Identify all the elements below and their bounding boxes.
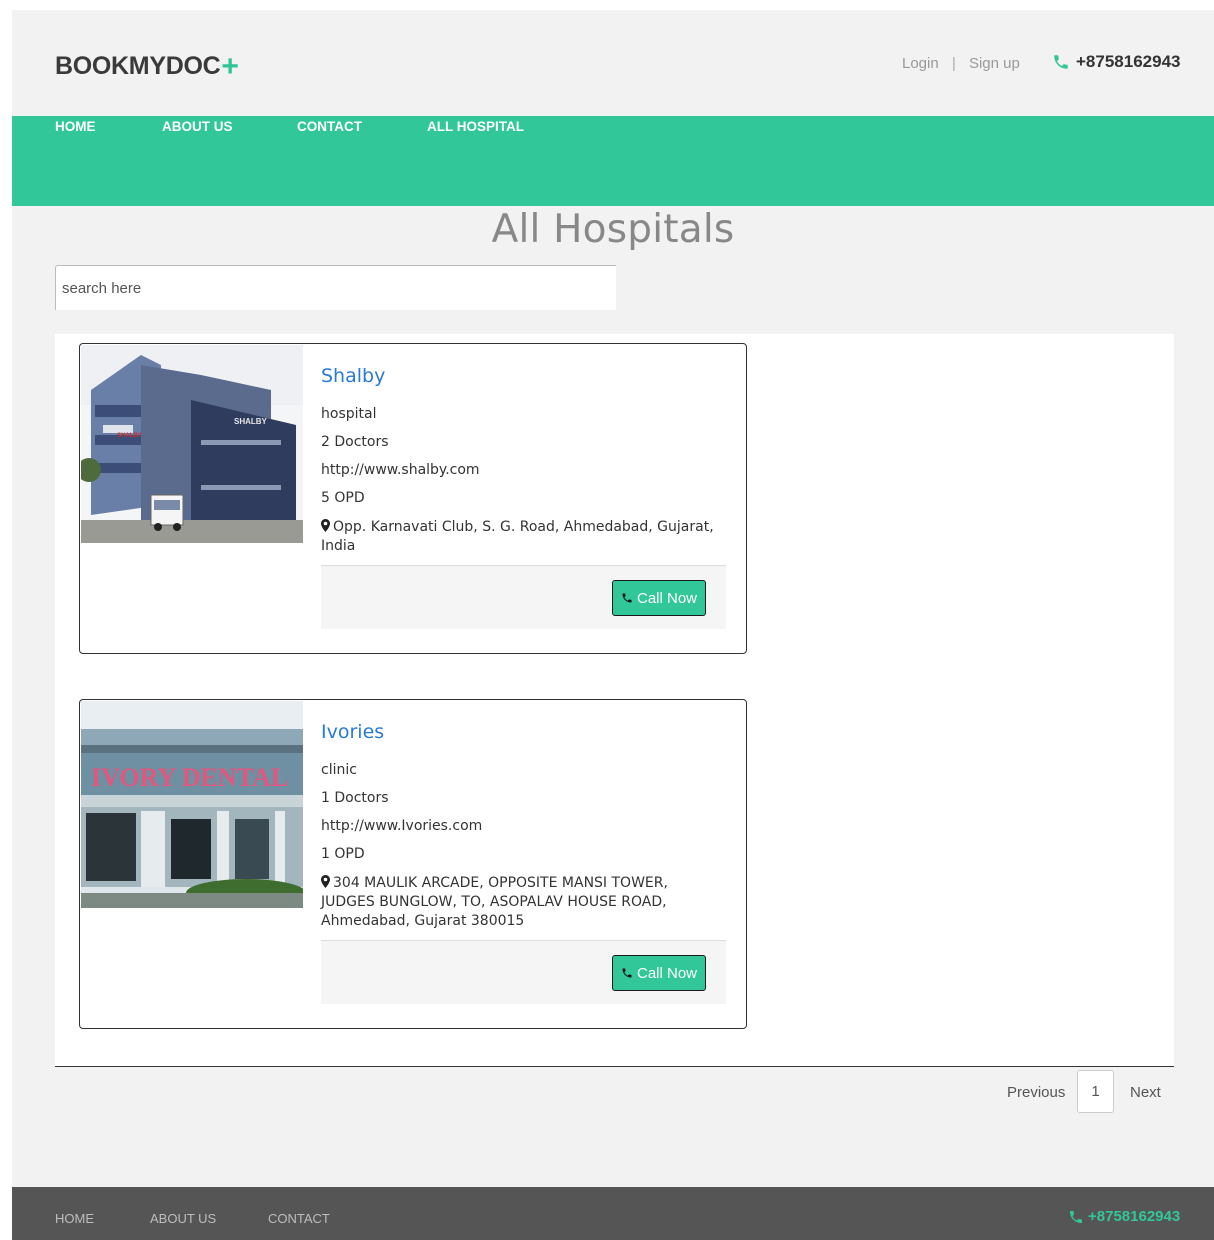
auth-separator: | <box>951 55 956 72</box>
hospital-address-text: 304 MAULIK ARCADE, OPPOSITE MANSI TOWER,… <box>321 875 668 929</box>
hospital-opd: 1 OPD <box>321 846 365 862</box>
nav-all-hospital[interactable]: ALL HOSPITAL <box>427 119 524 134</box>
main-nav: HOME ABOUT US CONTACT ALL HOSPITAL <box>12 116 1214 206</box>
hospital-image: SHALBY SHALBY <box>77 345 303 548</box>
hospital-type: clinic <box>321 762 357 778</box>
hospital-address-text: Opp. Karnavati Club, S. G. Road, Ahmedab… <box>321 519 714 554</box>
hospital-type: hospital <box>321 406 377 422</box>
hospital-website[interactable]: http://www.shalby.com <box>321 462 480 478</box>
list-divider <box>55 1066 1174 1067</box>
search-input[interactable] <box>55 265 616 310</box>
pagination-next[interactable]: Next <box>1130 1084 1161 1101</box>
header-phone-number: +8758162943 <box>1076 52 1181 71</box>
hospital-address: Opp. Karnavati Club, S. G. Road, Ahmedab… <box>321 518 721 556</box>
hospital-list: SHALBY SHALBY Shalby hospital 2 Doctors … <box>55 334 1174 1066</box>
hospital-card-footer: Call Now <box>321 565 726 629</box>
call-now-label: Call Now <box>636 589 697 607</box>
page-title: All Hospitals <box>491 207 735 252</box>
logo-plus-icon: + <box>221 50 239 83</box>
login-link[interactable]: Login <box>902 55 939 72</box>
call-now-button[interactable]: Call Now <box>611 955 706 991</box>
footer-phone-number: +8758162943 <box>1088 1208 1181 1225</box>
phone-icon <box>1070 1210 1082 1223</box>
phone-icon <box>622 968 632 978</box>
footer-nav-contact[interactable]: CONTACT <box>268 1211 330 1226</box>
nav-home[interactable]: HOME <box>55 119 96 134</box>
hospital-address: 304 MAULIK ARCADE, OPPOSITE MANSI TOWER,… <box>321 874 721 931</box>
call-now-label: Call Now <box>636 964 697 982</box>
pagination-previous[interactable]: Previous <box>1007 1084 1065 1101</box>
phone-icon <box>622 593 632 603</box>
hospital-doctors: 1 Doctors <box>321 790 389 806</box>
hospital-name[interactable]: Ivories <box>321 721 384 743</box>
pagination-page-1[interactable]: 1 <box>1077 1070 1114 1113</box>
footer-nav-home[interactable]: HOME <box>55 1211 94 1226</box>
header: BOOKMYDOC+ Login | Sign up +8758162943 <box>12 10 1214 116</box>
hospital-card: IVORY DENTAL Ivories clinic 1 Doctors ht… <box>79 699 747 1029</box>
hospital-website[interactable]: http://www.Ivories.com <box>321 818 482 834</box>
hospital-image: IVORY DENTAL <box>81 701 306 913</box>
shalby-sign-text-2: SHALBY <box>117 433 142 439</box>
logo-text: BOOKMYDOC <box>55 52 221 80</box>
auth-links: Login | Sign up <box>902 55 1020 72</box>
pagination: Previous 1 Next <box>12 1070 1214 1120</box>
header-phone[interactable]: +8758162943 <box>1052 52 1180 72</box>
shalby-sign-text: SHALBY <box>234 417 268 426</box>
map-marker-icon <box>321 875 330 888</box>
call-now-button[interactable]: Call Now <box>611 580 706 616</box>
footer-nav-about-us[interactable]: ABOUT US <box>150 1211 216 1226</box>
map-marker-icon <box>321 519 330 532</box>
hospital-card-footer: Call Now <box>321 940 726 1004</box>
footer: HOME ABOUT US CONTACT +8758162943 <box>12 1187 1214 1240</box>
logo[interactable]: BOOKMYDOC+ <box>55 50 239 84</box>
footer-phone[interactable]: +8758162943 <box>1068 1208 1180 1225</box>
hospital-name[interactable]: Shalby <box>321 365 385 387</box>
hospital-opd: 5 OPD <box>321 490 365 506</box>
hospital-doctors: 2 Doctors <box>321 434 389 450</box>
hospital-card: SHALBY SHALBY Shalby hospital 2 Doctors … <box>77 343 747 654</box>
ivory-dental-sign-text: IVORY DENTAL <box>91 763 288 792</box>
nav-about-us[interactable]: ABOUT US <box>162 119 233 134</box>
signup-link[interactable]: Sign up <box>969 55 1020 72</box>
page: BOOKMYDOC+ Login | Sign up +8758162943 H… <box>12 10 1214 1240</box>
phone-icon <box>1054 55 1068 69</box>
nav-contact[interactable]: CONTACT <box>297 119 362 134</box>
